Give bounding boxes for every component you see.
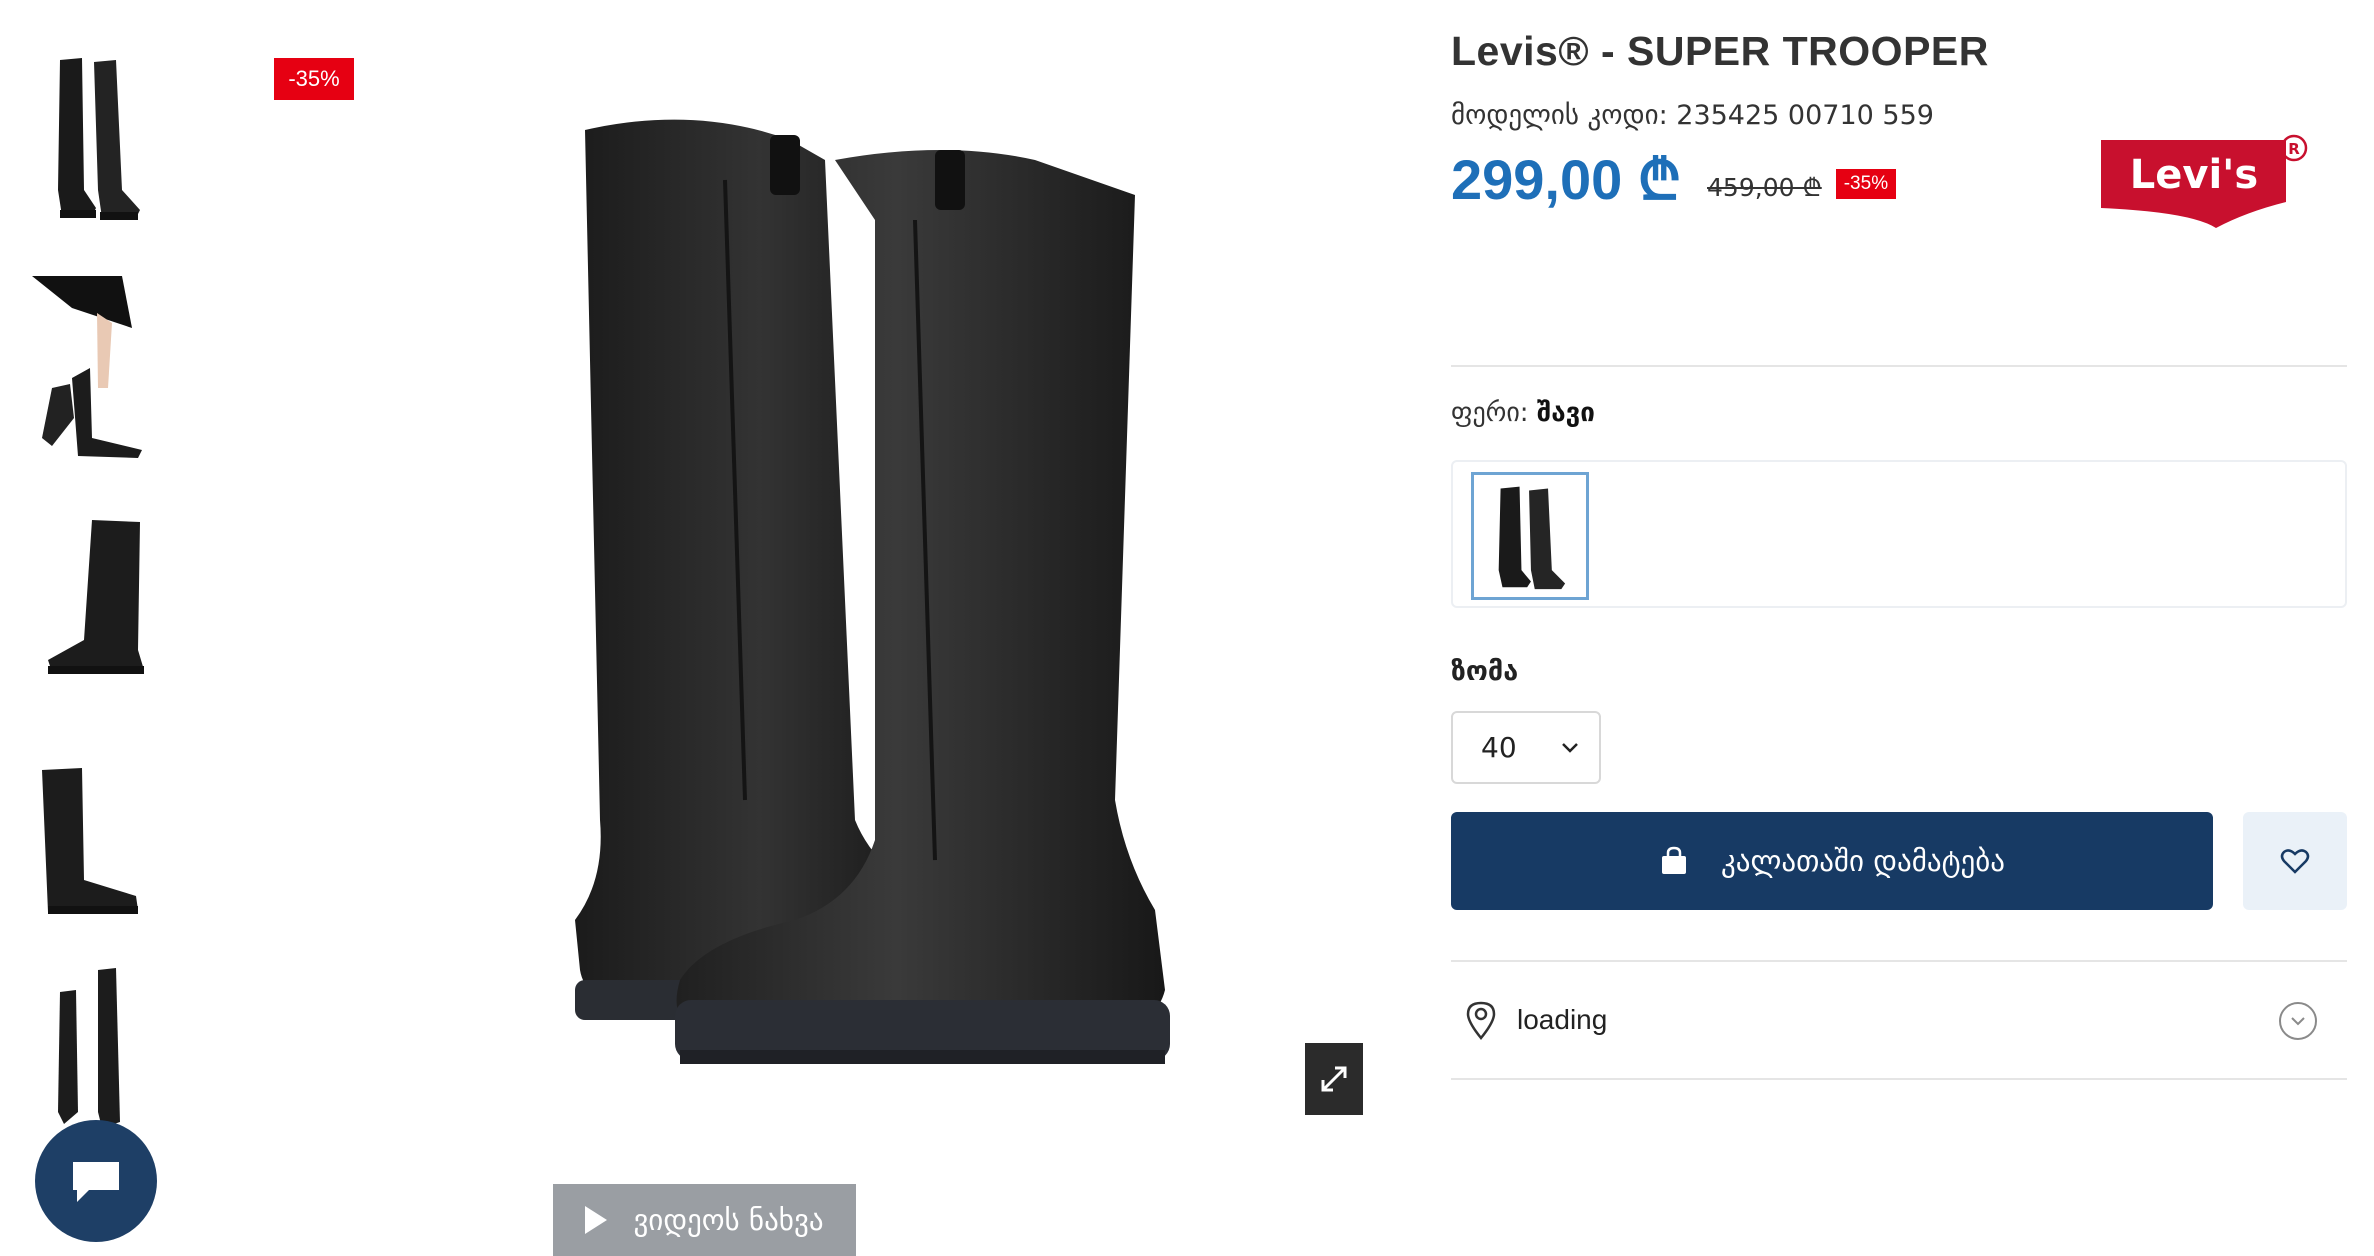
brand-logo-text: Levi's <box>2130 152 2258 198</box>
size-value: 40 <box>1481 731 1517 764</box>
color-label: ფერი: შავი <box>1451 398 1595 428</box>
color-value: შავი <box>1536 398 1595 428</box>
heart-icon <box>2280 849 2310 874</box>
add-to-cart-label: კალათაში დამატება <box>1720 844 2006 878</box>
expand-button[interactable] <box>1305 1043 1363 1115</box>
old-price: 459,00 ₾ <box>1707 173 1822 202</box>
bag-icon <box>1661 846 1686 874</box>
thumbnail-list <box>0 0 170 1256</box>
product-page: -35% ვიდეოს ნახვა Levis® - SUPER TROOPER… <box>0 0 2374 1256</box>
svg-text:R: R <box>2288 140 2300 158</box>
watch-video-label: ვიდეოს ნახვა <box>633 1203 824 1237</box>
color-label-prefix: ფერი: <box>1451 398 1537 428</box>
expand-icon <box>1321 1066 1347 1092</box>
color-swatch-black[interactable] <box>1471 472 1589 600</box>
thumbnail-1[interactable] <box>12 40 162 230</box>
product-photo <box>575 119 1170 1064</box>
thumbnail-4[interactable] <box>12 740 162 930</box>
chat-icon <box>73 1162 119 1202</box>
chevron-down-icon <box>1562 742 1578 753</box>
size-select[interactable]: 40 <box>1451 711 1601 784</box>
chat-button[interactable] <box>35 1120 157 1242</box>
brand-logo[interactable]: Levi's R <box>2096 132 2311 232</box>
divider <box>1451 365 2347 367</box>
expand-store-toggle[interactable] <box>2279 1002 2317 1040</box>
wishlist-button[interactable] <box>2243 812 2347 910</box>
model-code: მოდელის კოდი: 235425 00710 559 <box>1451 100 1934 131</box>
main-product-image[interactable] <box>260 0 1370 1150</box>
product-title: Levis® - SUPER TROOPER <box>1451 28 1989 74</box>
store-status: loading <box>1517 1004 1608 1035</box>
thumbnail-3[interactable] <box>12 500 162 690</box>
watch-video-button[interactable]: ვიდეოს ნახვა <box>553 1184 856 1256</box>
current-price: 299,00 ₾ <box>1451 148 1682 211</box>
play-icon <box>585 1206 608 1234</box>
store-availability[interactable]: loading <box>1451 960 2347 1080</box>
add-to-cart-button[interactable]: კალათაში დამატება <box>1451 812 2213 910</box>
chevron-down-icon <box>2291 1017 2305 1026</box>
product-info: Levis® - SUPER TROOPER მოდელის კოდი: 235… <box>1451 0 2347 1256</box>
size-label: ზომა <box>1451 656 1519 687</box>
thumbnail-2[interactable] <box>12 268 162 458</box>
location-pin-icon <box>1466 1001 1496 1040</box>
discount-badge: -35% <box>1835 169 1897 199</box>
price-row: 299,00 ₾ 459,00 ₾ -35% <box>1451 140 1897 216</box>
color-options <box>1451 460 2347 608</box>
